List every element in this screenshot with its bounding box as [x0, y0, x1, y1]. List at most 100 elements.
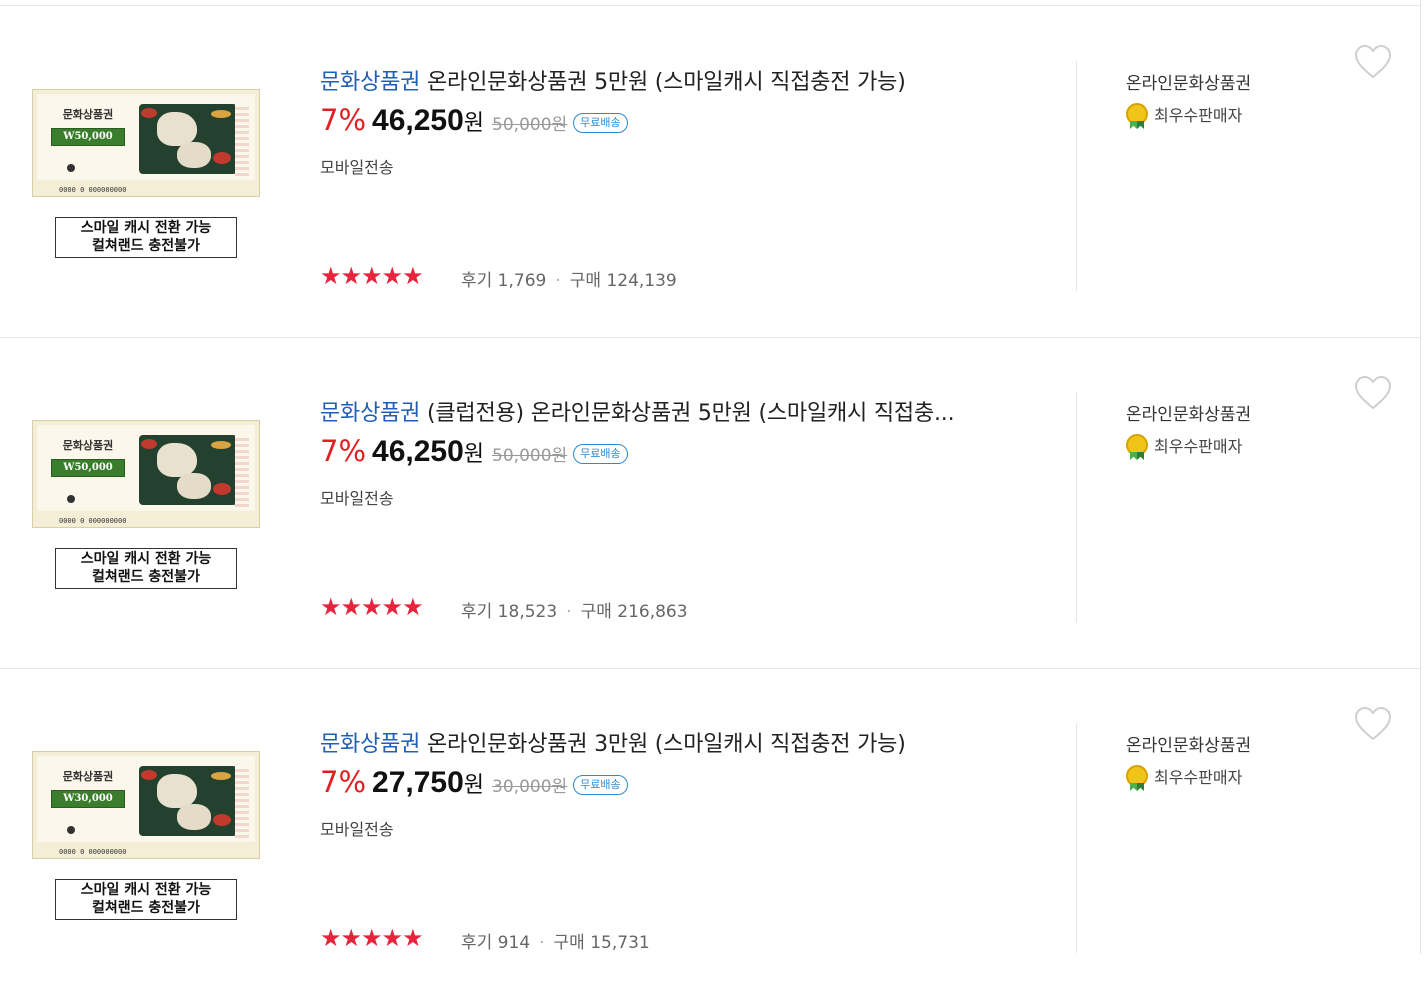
price-row: 7% 46,250원 50,000원 무료배송	[320, 103, 628, 143]
thumbnail-note-line2: 컬쳐랜드 충전불가	[92, 900, 200, 916]
voucher-code: 0000 0 000000000	[59, 186, 127, 194]
voucher-artwork	[139, 104, 237, 174]
product-list: 문화상품권 W50,000 0000 0 000000000 스마일 캐시 전환…	[0, 0, 1421, 954]
product-item[interactable]: 문화상품권 W50,000 0000 0 000000000 스마일 캐시 전환…	[0, 337, 1420, 669]
delivery-method: 모바일전송	[320, 158, 394, 177]
purchase-count: 구매 15,731	[553, 933, 650, 953]
review-purchase-stats: 후기 914 · 구매 15,731	[461, 928, 650, 953]
divider	[1076, 61, 1077, 291]
seller-grade-label: 최우수판매자	[1154, 437, 1243, 456]
sale-price: 27,750	[372, 766, 464, 799]
delivery-method: 모바일전송	[320, 489, 394, 508]
review-purchase-stats: 후기 1,769 · 구매 124,139	[461, 266, 677, 291]
price-unit: 원	[463, 773, 485, 798]
medal-icon	[1126, 765, 1148, 787]
product-category-link[interactable]: 문화상품권	[320, 401, 420, 426]
thumbnail-note-line2: 컬쳐랜드 충전불가	[92, 569, 200, 585]
voucher-amount: W50,000	[51, 459, 125, 477]
review-count[interactable]: 후기 18,523	[461, 602, 557, 622]
divider	[1076, 723, 1077, 953]
review-count[interactable]: 후기 914	[461, 933, 530, 953]
product-title[interactable]: 문화상품권 (클럽전용) 온라인문화상품권 5만원 (스마일캐시 직접충...	[320, 395, 955, 427]
voucher-header: 문화상품권	[62, 770, 114, 783]
seller-grade: 최우수판매자	[1126, 764, 1242, 788]
thumbnail-note: 스마일 캐시 전환 가능 컬쳐랜드 충전불가	[55, 217, 237, 258]
thumbnail-note-line1: 스마일 캐시 전환 가능	[80, 551, 212, 567]
original-price: 50,000원	[492, 115, 568, 135]
voucher-code: 0000 0 000000000	[59, 848, 127, 856]
heart-icon[interactable]	[1354, 375, 1392, 411]
thumbnail-note: 스마일 캐시 전환 가능 컬쳐랜드 충전불가	[55, 548, 237, 589]
voucher-artwork	[139, 435, 237, 505]
heart-icon[interactable]	[1354, 706, 1392, 742]
product-category-link[interactable]: 문화상품권	[320, 70, 420, 95]
product-thumbnail[interactable]: 문화상품권 W50,000 0000 0 000000000	[32, 89, 260, 197]
thumbnail-note-line2: 컬쳐랜드 충전불가	[92, 238, 200, 254]
seller-name[interactable]: 온라인문화상품권	[1126, 731, 1251, 756]
rating-stars-icon: ★★★★★	[320, 924, 424, 952]
seller-name[interactable]: 온라인문화상품권	[1126, 69, 1251, 94]
heart-icon[interactable]	[1354, 44, 1392, 80]
discount-rate: 7%	[320, 765, 367, 799]
discount-rate: 7%	[320, 103, 367, 137]
voucher-logo-icon	[67, 826, 75, 834]
voucher-image: 문화상품권 W50,000	[37, 94, 255, 180]
thumbnail-note-line1: 스마일 캐시 전환 가능	[80, 882, 212, 898]
seller-grade-label: 최우수판매자	[1154, 106, 1243, 125]
seller-grade: 최우수판매자	[1126, 433, 1242, 457]
purchase-count: 구매 216,863	[580, 602, 688, 622]
separator-dot: ·	[566, 602, 572, 622]
original-price: 30,000원	[492, 777, 568, 797]
product-item[interactable]: 문화상품권 W50,000 0000 0 000000000 스마일 캐시 전환…	[0, 6, 1420, 338]
seller-name[interactable]: 온라인문화상품권	[1126, 400, 1251, 425]
free-shipping-badge: 무료배송	[573, 775, 628, 795]
product-title[interactable]: 문화상품권 온라인문화상품권 3만원 (스마일캐시 직접충전 가능)	[320, 726, 906, 758]
price-row: 7% 27,750원 30,000원 무료배송	[320, 765, 628, 805]
divider	[1076, 392, 1077, 622]
rating-stars-icon: ★★★★★	[320, 593, 424, 621]
voucher-image: 문화상품권 W50,000	[37, 425, 255, 511]
voucher-pattern	[235, 435, 249, 507]
product-thumbnail[interactable]: 문화상품권 W30,000 0000 0 000000000	[32, 751, 260, 859]
product-name-link[interactable]: 온라인문화상품권 3만원 (스마일캐시 직접충전 가능)	[427, 732, 906, 757]
review-purchase-stats: 후기 18,523 · 구매 216,863	[461, 597, 688, 622]
discount-rate: 7%	[320, 434, 367, 468]
voucher-logo-icon	[67, 495, 75, 503]
voucher-pattern	[235, 766, 249, 838]
seller-grade-label: 최우수판매자	[1154, 768, 1243, 787]
review-count[interactable]: 후기 1,769	[461, 271, 546, 291]
free-shipping-badge: 무료배송	[573, 113, 628, 133]
product-title[interactable]: 문화상품권 온라인문화상품권 5만원 (스마일캐시 직접충전 가능)	[320, 64, 906, 96]
delivery-method: 모바일전송	[320, 820, 394, 839]
thumbnail-note: 스마일 캐시 전환 가능 컬쳐랜드 충전불가	[55, 879, 237, 920]
product-thumbnail[interactable]: 문화상품권 W50,000 0000 0 000000000	[32, 420, 260, 528]
product-category-link[interactable]: 문화상품권	[320, 732, 420, 757]
voucher-header: 문화상품권	[62, 108, 114, 121]
product-name-link[interactable]: (클럽전용) 온라인문화상품권 5만원 (스마일캐시 직접충...	[427, 401, 955, 426]
price-row: 7% 46,250원 50,000원 무료배송	[320, 434, 628, 474]
voucher-header: 문화상품권	[62, 439, 114, 452]
separator-dot: ·	[539, 933, 545, 953]
separator-dot: ·	[555, 271, 561, 291]
medal-icon	[1126, 434, 1148, 456]
price-unit: 원	[463, 442, 485, 467]
voucher-pattern	[235, 104, 249, 176]
voucher-amount: W50,000	[51, 128, 125, 146]
voucher-amount: W30,000	[51, 790, 125, 808]
sale-price: 46,250	[372, 435, 464, 468]
purchase-count: 구매 124,139	[569, 271, 677, 291]
original-price: 50,000원	[492, 446, 568, 466]
thumbnail-note-line1: 스마일 캐시 전환 가능	[80, 220, 212, 236]
voucher-logo-icon	[67, 164, 75, 172]
sale-price: 46,250	[372, 104, 464, 137]
price-unit: 원	[463, 111, 485, 136]
free-shipping-badge: 무료배송	[573, 444, 628, 464]
medal-icon	[1126, 103, 1148, 125]
rating-stars-icon: ★★★★★	[320, 262, 424, 290]
product-item[interactable]: 문화상품권 W30,000 0000 0 000000000 스마일 캐시 전환…	[0, 668, 1420, 999]
voucher-code: 0000 0 000000000	[59, 517, 127, 525]
voucher-artwork	[139, 766, 237, 836]
seller-grade: 최우수판매자	[1126, 102, 1242, 126]
product-name-link[interactable]: 온라인문화상품권 5만원 (스마일캐시 직접충전 가능)	[427, 70, 906, 95]
voucher-image: 문화상품권 W30,000	[37, 756, 255, 842]
